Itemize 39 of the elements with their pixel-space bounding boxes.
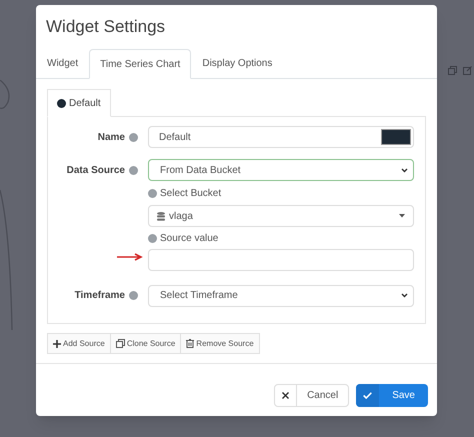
field-label: Source value	[160, 232, 218, 246]
source-button[interactable]: Add Source	[47, 333, 111, 354]
plus-icon	[53, 340, 61, 348]
tab[interactable]: Time Series Chart	[89, 49, 192, 79]
info-icon	[129, 166, 138, 174]
data-source-select[interactable]: From Data Bucket	[148, 159, 414, 181]
save-button[interactable]: Save	[356, 384, 428, 407]
color-swatch[interactable]	[381, 129, 411, 145]
tab[interactable]: Default	[47, 89, 111, 117]
tab[interactable]: Display Options	[191, 48, 284, 78]
info-icon	[148, 188, 157, 198]
source-button[interactable]: Clone Source	[110, 333, 182, 354]
copy-icon[interactable]	[448, 66, 457, 75]
field-label: Name	[98, 130, 125, 144]
arrow-drawing	[117, 253, 143, 261]
caret-icon	[399, 214, 405, 218]
chevron-down-icon	[401, 293, 408, 298]
database-icon	[157, 212, 165, 220]
info-icon	[148, 234, 157, 242]
tab[interactable]: Widget	[36, 48, 90, 78]
info-icon	[129, 132, 138, 142]
chevron-down-icon	[401, 168, 408, 172]
trash-icon	[186, 339, 194, 348]
source-button[interactable]: Remove Source	[181, 333, 260, 354]
check-icon	[363, 392, 372, 399]
field-label: Select Bucket	[160, 186, 222, 200]
bucket-select[interactable]: vlaga	[148, 205, 414, 227]
copy-icon	[116, 339, 125, 348]
name-field[interactable]: Default	[148, 126, 414, 148]
dialog-title: Widget Settings	[46, 16, 166, 38]
field-value: Default	[159, 130, 192, 144]
edit-icon[interactable]	[463, 66, 472, 75]
cancel-button[interactable]: Cancel	[274, 384, 350, 407]
field-label: Data Source	[66, 164, 125, 178]
info-icon	[129, 291, 138, 300]
field-label: Timeframe	[74, 289, 125, 303]
timeframe-select[interactable]: Select Timeframe	[148, 284, 414, 306]
close-icon	[282, 392, 290, 399]
source-value-field[interactable]	[148, 248, 414, 270]
